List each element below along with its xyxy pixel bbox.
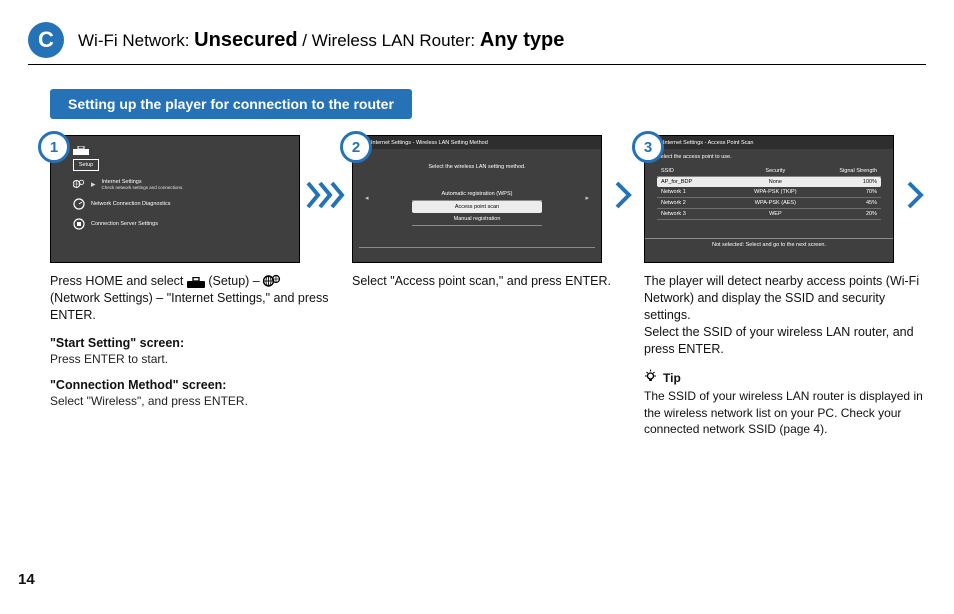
step-2-screen: Internet Settings - Wireless LAN Setting… [352, 135, 602, 263]
globe-network-icon [73, 178, 85, 190]
header-row: C Wi-Fi Network: Unsecured / Wireless LA… [28, 22, 926, 65]
step-3: 3 Internet Settings - Access Point Scan … [644, 135, 894, 437]
cell-ssid: Network 2 [661, 200, 737, 206]
footer-line [359, 247, 595, 248]
chevron-left-icon: ◂ [365, 194, 369, 202]
chevron-right-icon [900, 135, 930, 255]
step-2-copy: Select "Access point scan," and press EN… [352, 273, 632, 290]
ap-table: SSID Security Signal Strength AP_for_BDP… [657, 166, 881, 220]
cell-sec: WPA-PSK (AES) [737, 200, 813, 206]
cell-sig: 70% [813, 189, 877, 195]
head-ssid: SSID [661, 168, 737, 174]
options-list: Automatic registration (WPS) Access poin… [412, 188, 542, 226]
titlebar: Internet Settings - Wireless LAN Setting… [353, 136, 601, 149]
setup-menu: Setup ▸ Internet Settings Check network … [73, 146, 183, 237]
tip-body: The SSID of your wireless LAN router is … [644, 388, 924, 437]
header-mid: / Wireless LAN Router: [298, 31, 480, 50]
manual-page: C Wi-Fi Network: Unsecured / Wireless LA… [0, 0, 954, 614]
cell-ssid: Network 3 [661, 211, 737, 217]
table-header: SSID Security Signal Strength [657, 166, 881, 177]
table-row: Network 3 WEP 20% [657, 209, 881, 220]
cell-sec: None [737, 179, 813, 185]
cell-ssid: Network 1 [661, 189, 737, 195]
connection-method-body: Select "Wireless", and press ENTER. [50, 394, 300, 408]
internet-settings-sub: Check network settings and connections. [102, 185, 184, 190]
cell-sig: 100% [813, 179, 877, 185]
cell-sig: 45% [813, 200, 877, 206]
step-1-sub-1: "Start Setting" screen: Press ENTER to s… [50, 336, 300, 366]
lightbulb-icon [644, 369, 657, 386]
diagnostics-label: Network Connection Diagnostics [91, 201, 170, 207]
step-1-badge: 1 [38, 131, 70, 163]
step-2: 2 Internet Settings - Wireless LAN Setti… [352, 135, 602, 290]
titlebar: Internet Settings - Access Point Scan [645, 136, 893, 149]
footer-text: Not selected: Select and go to the next … [645, 238, 893, 248]
chevron-right-icon: ▸ [91, 179, 96, 190]
table-row: Network 1 WPA-PSK (TKIP) 70% [657, 187, 881, 198]
triple-chevron-icon [306, 135, 346, 255]
connection-server-label: Connection Server Settings [91, 221, 158, 227]
connection-method-title: "Connection Method" screen: [50, 378, 300, 392]
setup-label: Setup [73, 159, 99, 171]
step-1-sub-2: "Connection Method" screen: Select "Wire… [50, 378, 300, 408]
section-subtitle-pill: Setting up the player for connection to … [50, 89, 412, 119]
step-1-screen: Setup ▸ Internet Settings Check network … [50, 135, 300, 263]
cell-sec: WPA-PSK (TKIP) [737, 189, 813, 195]
titlebar-text: Internet Settings - Wireless LAN Setting… [371, 140, 488, 146]
table-row: AP_for_BDP None 100% [657, 177, 881, 187]
tip-row: Tip [644, 369, 894, 386]
diagnostics-icon [73, 198, 85, 210]
toolbox-icon [73, 146, 183, 157]
cell-ssid: AP_for_BDP [661, 179, 737, 185]
option-scan: Access point scan [412, 201, 542, 213]
tip-label: Tip [663, 371, 681, 385]
server-icon [73, 218, 85, 230]
head-signal: Signal Strength [813, 168, 877, 174]
step-1-copy: Press HOME and select (Setup) – (Network… [50, 273, 330, 324]
head-security: Security [737, 168, 813, 174]
step-3-copy: The player will detect nearby access poi… [644, 273, 924, 357]
prompt: Select the wireless LAN setting method. [353, 164, 601, 170]
option-manual: Manual registration [412, 213, 542, 226]
header-title: Wi-Fi Network: Unsecured / Wireless LAN … [78, 29, 564, 52]
prompt: Select the access point to use. [657, 154, 732, 160]
setup-row-diagnostics: Network Connection Diagnostics [73, 197, 183, 211]
header-bold-2: Any type [480, 29, 564, 51]
option-wps: Automatic registration (WPS) [412, 188, 542, 201]
start-setting-body: Press ENTER to start. [50, 352, 300, 366]
cell-sig: 20% [813, 211, 877, 217]
step-3-screen: Internet Settings - Access Point Scan Se… [644, 135, 894, 263]
header-prefix: Wi-Fi Network: [78, 31, 194, 50]
titlebar-text: Internet Settings - Access Point Scan [663, 140, 754, 146]
step-1: 1 Setup ▸ Internet Settings Check [50, 135, 300, 408]
start-setting-title: "Start Setting" screen: [50, 336, 300, 350]
setup-row-internet: ▸ Internet Settings Check network settin… [73, 177, 183, 191]
section-letter-badge: C [28, 22, 64, 58]
step-2-badge: 2 [340, 131, 372, 163]
table-row: Network 2 WPA-PSK (AES) 45% [657, 198, 881, 209]
cell-sec: WEP [737, 211, 813, 217]
header-bold-1: Unsecured [194, 29, 297, 51]
toolbox-icon [187, 277, 205, 288]
setup-row-connection-server: Connection Server Settings [73, 217, 183, 231]
chevron-right-icon: ▸ [585, 194, 589, 202]
steps-row: 1 Setup ▸ Internet Settings Check [50, 135, 926, 437]
globe-network-icon [263, 274, 281, 288]
step-3-badge: 3 [632, 131, 664, 163]
page-number: 14 [18, 571, 35, 588]
